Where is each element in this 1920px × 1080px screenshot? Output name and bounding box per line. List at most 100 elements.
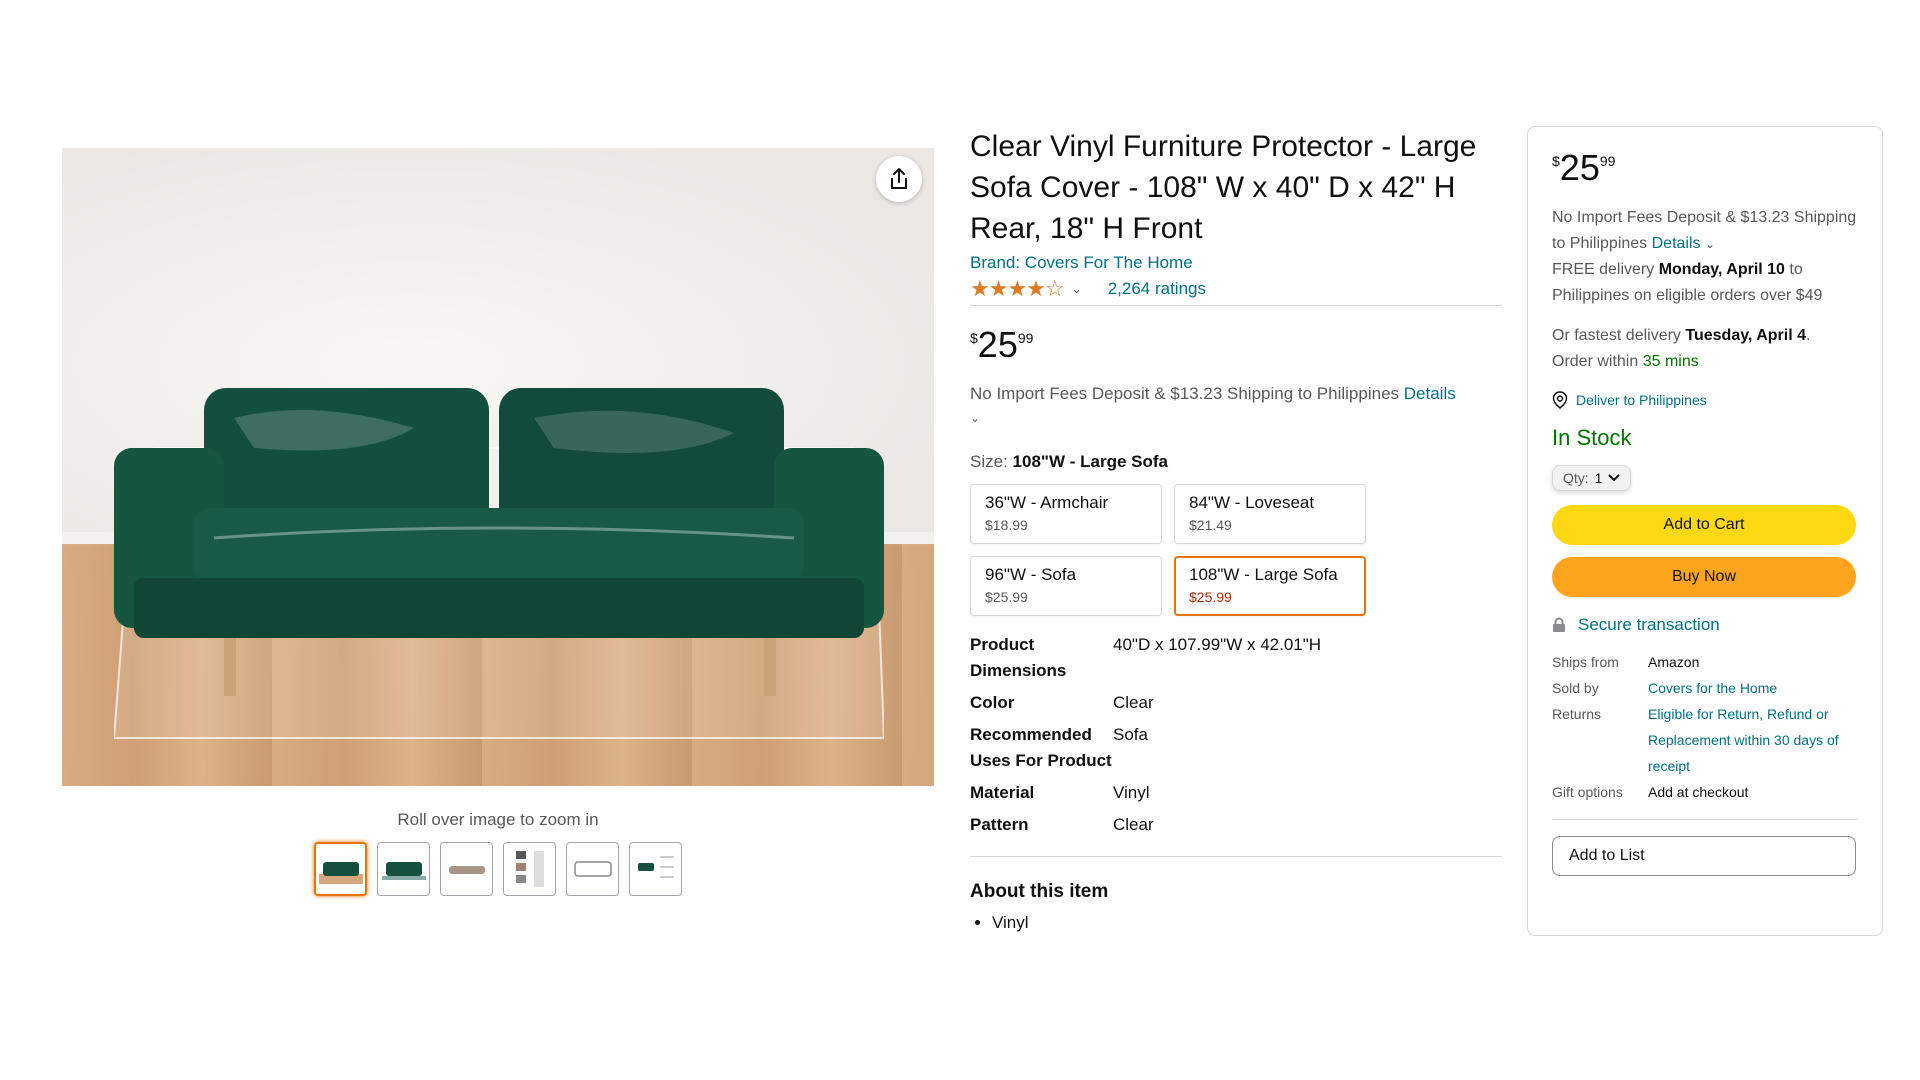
lock-icon (1553, 617, 1565, 632)
thumbnail-1[interactable] (314, 842, 367, 896)
ships-from-value: Amazon (1648, 654, 1700, 670)
ships-from-label: Ships from (1552, 654, 1619, 670)
shipping-note-text: No Import Fees Deposit & $13.23 Shipping… (970, 384, 1400, 403)
returns-label: Returns (1552, 706, 1602, 722)
stock-status: In Stock (1552, 425, 1632, 450)
spec-row: Recommended Uses For Product Sofa (970, 722, 1502, 774)
spec-value: Vinyl (1113, 783, 1150, 802)
gift-options-label: Gift options (1552, 784, 1623, 800)
thumbnail-4[interactable] (503, 842, 556, 896)
price-fraction: 99 (1599, 153, 1616, 169)
fast-period: . (1806, 327, 1811, 344)
product-title: Clear Vinyl Furniture Protector - Large … (970, 130, 1477, 245)
merchant-row: Gift options Add at checkout (1552, 779, 1858, 805)
size-option-price: $25.99 (985, 589, 1028, 605)
shipping-note: No Import Fees Deposit & $13.23 Shipping… (970, 382, 1502, 430)
thumbnail-diagram-icon (573, 861, 612, 877)
thumbnail-sofa-icon (381, 862, 426, 880)
size-option-loveseat[interactable]: 84"W - Loveseat $21.49 (1174, 484, 1366, 544)
spec-key: Material (970, 783, 1035, 802)
buy-now-button[interactable]: Buy Now (1552, 557, 1856, 597)
brand-link[interactable]: Brand: Covers For The Home (970, 253, 1502, 273)
product-specs-table: Product Dimensions 40"D x 107.99"W x 42.… (970, 632, 1502, 857)
sold-by-link[interactable]: Covers for the Home (1648, 675, 1858, 701)
spec-value: Clear (1113, 815, 1154, 834)
spec-row: Pattern Clear (970, 812, 1502, 838)
add-to-list-button[interactable]: Add to List (1552, 836, 1856, 876)
spec-key: Pattern (970, 815, 1029, 834)
thumbnail-3[interactable] (440, 842, 493, 896)
buybox-price: $ 25 99 (1552, 149, 1858, 187)
sofa-illustration (114, 388, 884, 739)
image-gallery: Roll over image to zoom in (62, 148, 934, 896)
spec-value: Sofa (1113, 725, 1148, 744)
thumbnail-dimensions-icon (637, 856, 674, 878)
spec-row: Material Vinyl (970, 780, 1502, 806)
ratings-count-link[interactable]: 2,264 ratings (1108, 279, 1206, 299)
thumbnail-chart-icon (515, 851, 544, 887)
size-selected-value: 108"W - Large Sofa (1012, 452, 1168, 471)
location-pin-icon (1552, 391, 1568, 409)
product-info: Clear Vinyl Furniture Protector - Large … (970, 126, 1502, 933)
price-symbol: $ (970, 330, 978, 346)
size-option-price: $25.99 (1189, 589, 1232, 605)
size-label-text: Size: (970, 452, 1008, 471)
returns-link[interactable]: Eligible for Return, Refund or Replaceme… (1648, 701, 1858, 779)
thumbnail-strip (62, 842, 934, 896)
fast-date: Tuesday, April 4 (1685, 327, 1807, 344)
star-rating[interactable]: ★★★★☆ (970, 278, 1065, 300)
size-option-name: 108"W - Large Sofa (1189, 565, 1338, 584)
price-whole: 25 (977, 324, 1018, 365)
spec-key: Recommended Uses For Product (970, 725, 1112, 770)
thumbnail-2[interactable] (377, 842, 430, 896)
size-option-armchair[interactable]: 36"W - Armchair $18.99 (970, 484, 1162, 544)
secure-transaction-text[interactable]: Secure transaction (1578, 615, 1720, 635)
deliver-to-text[interactable]: Deliver to Philippines (1576, 392, 1707, 408)
merchant-row: Ships from Amazon (1552, 649, 1858, 675)
chevron-down-icon[interactable]: ⌄ (1705, 237, 1715, 251)
size-option-price: $21.49 (1189, 517, 1232, 533)
share-button[interactable] (876, 156, 922, 202)
free-delivery-date: Monday, April 10 (1658, 261, 1785, 278)
deliver-to-link[interactable]: Deliver to Philippines (1552, 391, 1858, 409)
fastest-delivery: Or fastest delivery Tuesday, April 4. Or… (1552, 323, 1858, 375)
order-within-prefix: Order within (1552, 353, 1639, 370)
spec-value: 40"D x 107.99"W x 42.01"H (1113, 635, 1322, 654)
secure-transaction[interactable]: Secure transaction (1552, 615, 1858, 635)
size-option-name: 84"W - Loveseat (1189, 493, 1315, 512)
share-icon (891, 168, 907, 189)
main-product-image[interactable] (62, 148, 934, 786)
size-option-name: 96"W - Sofa (985, 565, 1077, 584)
about-item: Vinyl (992, 913, 1502, 933)
buybox-shipping: No Import Fees Deposit & $13.23 Shipping… (1552, 205, 1858, 309)
spec-row: Product Dimensions 40"D x 107.99"W x 42.… (970, 632, 1502, 684)
about-list: Vinyl (970, 913, 1502, 933)
buybox-details-link[interactable]: Details (1652, 235, 1701, 252)
spec-key: Color (970, 693, 1015, 712)
chevron-down-icon[interactable]: ⌄ (970, 406, 1502, 430)
add-to-cart-button[interactable]: Add to Cart (1552, 505, 1856, 545)
size-option-price: $18.99 (985, 517, 1028, 533)
thumbnail-sofa-icon (318, 862, 363, 884)
quantity-select[interactable]: Qty: 1 (1552, 465, 1632, 491)
sold-by-label: Sold by (1552, 680, 1599, 696)
chevron-down-icon[interactable]: ⌄ (1072, 282, 1082, 296)
size-option-sofa[interactable]: 96"W - Sofa $25.99 (970, 556, 1162, 616)
shipping-details-link[interactable]: Details (1404, 384, 1456, 403)
spec-key: Product Dimensions (970, 635, 1067, 680)
chevron-down-icon (1608, 474, 1621, 482)
size-option-large-sofa[interactable]: 108"W - Large Sofa $25.99 (1174, 556, 1366, 616)
size-options: 36"W - Armchair $18.99 84"W - Loveseat $… (970, 484, 1502, 616)
product-price: $ 25 99 (970, 326, 1502, 364)
order-within-time: 35 mins (1642, 353, 1699, 370)
thumbnail-5[interactable] (566, 842, 619, 896)
gift-options-value: Add at checkout (1648, 784, 1749, 800)
size-option-name: 36"W - Armchair (985, 493, 1109, 512)
free-delivery-prefix: FREE delivery (1552, 261, 1655, 278)
about-heading: About this item (970, 881, 1109, 902)
thumbnail-sofa-icon (448, 866, 485, 874)
rating-row: ★★★★☆ ⌄ 2,264 ratings (970, 278, 1502, 306)
price-symbol: $ (1552, 153, 1560, 169)
qty-value: 1 (1594, 470, 1603, 486)
thumbnail-6[interactable] (629, 842, 682, 896)
